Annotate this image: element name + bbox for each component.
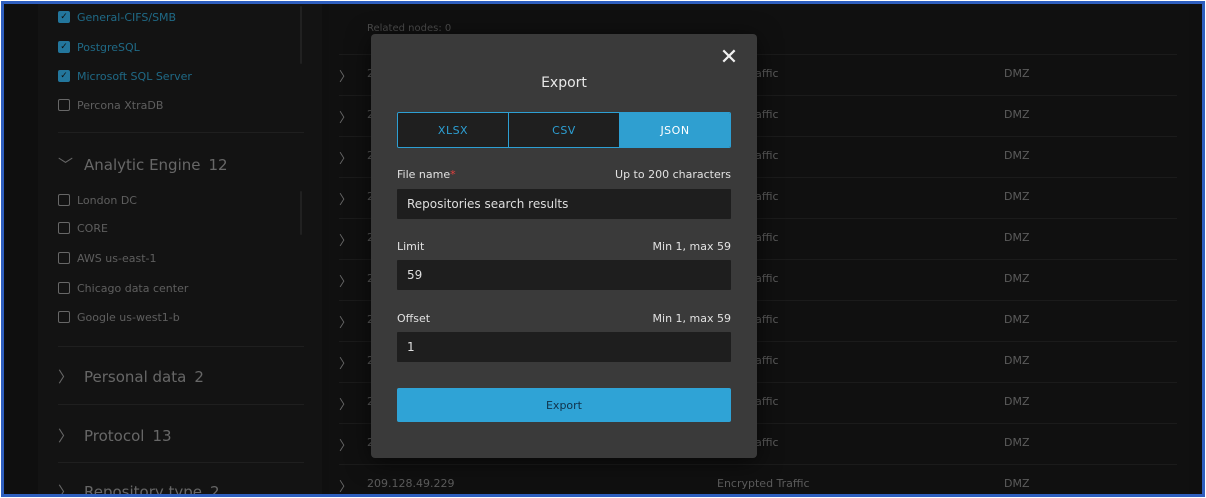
file-name-field[interactable]: Repositories search results (397, 189, 731, 219)
close-icon[interactable]: ✕ (719, 47, 739, 69)
format-json-button[interactable]: JSON (619, 113, 730, 147)
format-selector: XLSX CSV JSON (397, 112, 731, 148)
export-button[interactable]: Export (397, 388, 731, 422)
offset-field[interactable]: 1 (397, 332, 731, 362)
limit-label: Limit (397, 240, 425, 253)
dialog-title: Export (541, 75, 587, 91)
offset-hint: Min 1, max 59 (652, 312, 731, 325)
app-frame: ✓ General-CIFS/SMB ✓ PostgreSQL ✓ Micros… (1, 1, 1205, 497)
required-mark: * (450, 168, 456, 181)
export-dialog: ✕ Export XLSX CSV JSON File name* Up to … (371, 34, 757, 458)
format-csv-button[interactable]: CSV (508, 113, 619, 147)
file-name-label: File name* (397, 168, 456, 181)
limit-hint: Min 1, max 59 (652, 240, 731, 253)
file-name-hint: Up to 200 characters (615, 168, 731, 181)
offset-label: Offset (397, 312, 431, 325)
limit-field[interactable]: 59 (397, 260, 731, 290)
format-xlsx-button[interactable]: XLSX (398, 113, 508, 147)
